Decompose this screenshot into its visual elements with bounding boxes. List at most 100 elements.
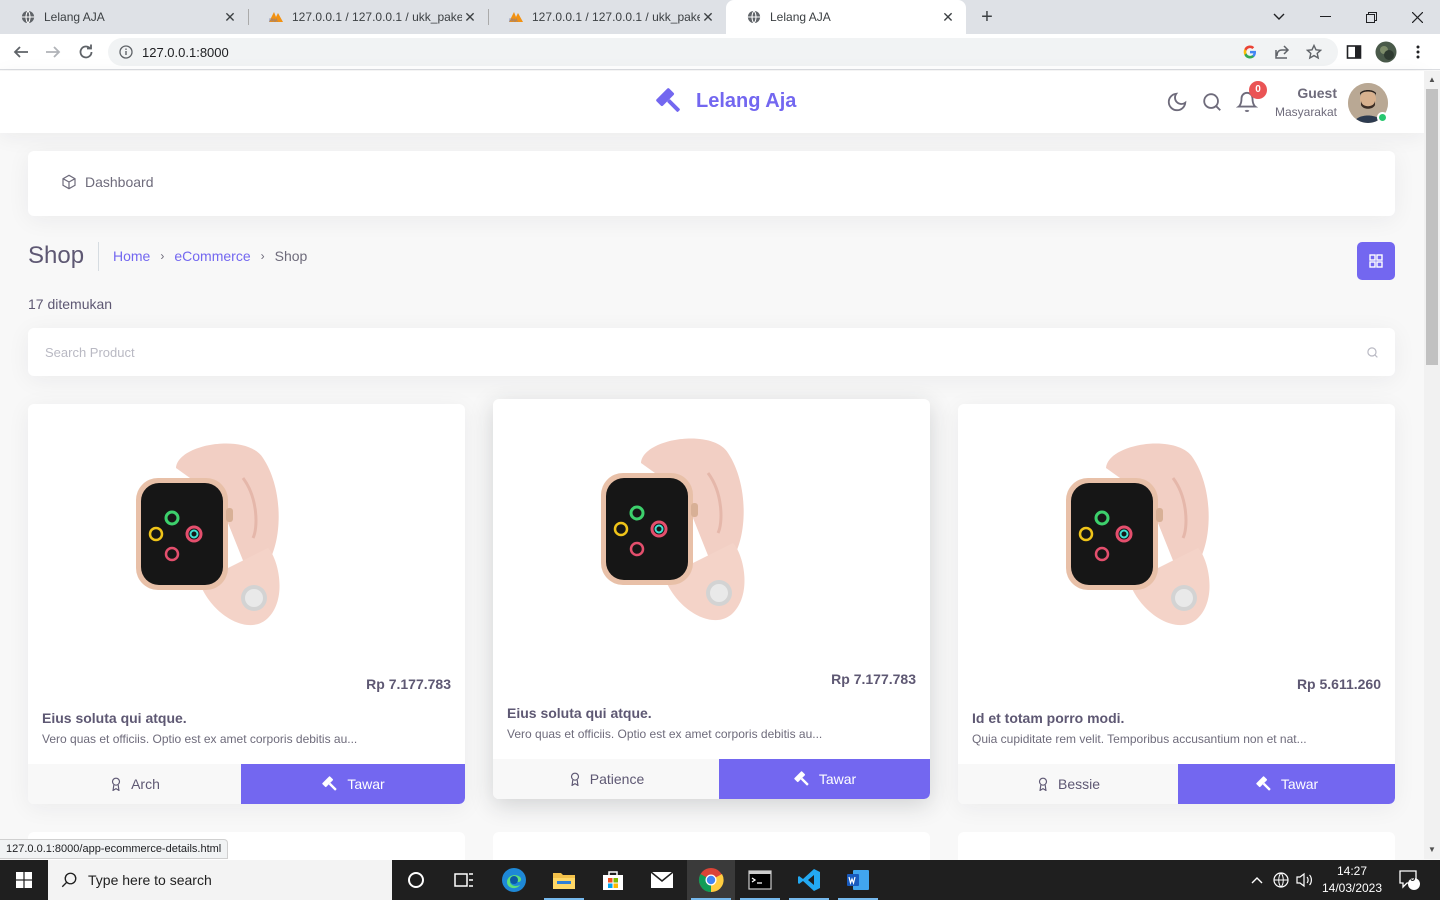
chrome-icon[interactable] [687, 860, 735, 900]
close-window-button[interactable] [1394, 0, 1440, 34]
browser-tab-2[interactable]: PMA 127.0.0.1 / 127.0.0.1 / ukk_paket_ ✕ [248, 0, 488, 34]
clock-date: 14/03/2023 [1321, 881, 1383, 895]
taskbar-search-box[interactable]: Type here to search [48, 860, 392, 900]
windows-taskbar: Type here to search 14:27 14/03/2023 9 [0, 860, 1440, 900]
mail-icon[interactable] [638, 860, 686, 900]
microsoft-store-icon[interactable] [589, 860, 637, 900]
tab-search-chevron-icon[interactable] [1256, 0, 1302, 34]
windows-start-icon[interactable] [0, 860, 48, 900]
grid-icon [1369, 254, 1383, 268]
action-center-icon[interactable]: 9 [1394, 860, 1426, 900]
grid-view-button[interactable] [1357, 242, 1395, 280]
phpmyadmin-icon: PMA [508, 9, 524, 25]
notification-badge: 0 [1249, 81, 1267, 99]
url-text: 127.0.0.1:8000 [142, 45, 229, 60]
award-icon [112, 777, 121, 791]
edge-icon[interactable] [490, 860, 538, 900]
close-tab-icon[interactable]: ✕ [222, 9, 238, 25]
product-card[interactable]: Rp 7.177.783 Eius soluta qui atque. Vero… [493, 399, 930, 799]
bid-button[interactable]: Tawar [1178, 764, 1395, 804]
page-title: Shop [28, 242, 100, 271]
share-icon[interactable] [1271, 41, 1293, 63]
product-card[interactable]: Rp 5.611.260 Id et totam porro modi. Qui… [958, 404, 1395, 804]
network-globe-icon[interactable] [1270, 860, 1292, 900]
globe-icon [746, 9, 762, 25]
product-image[interactable] [118, 438, 288, 638]
restore-button[interactable] [1348, 0, 1394, 34]
breadcrumb-home[interactable]: Home [113, 248, 150, 264]
side-panel-icon[interactable] [1343, 41, 1365, 63]
minimize-button[interactable] [1302, 0, 1348, 34]
gavel-icon [654, 88, 684, 114]
bid-button-label: Tawar [347, 776, 385, 792]
search-icon[interactable] [1201, 91, 1223, 113]
user-name[interactable]: Guest [1297, 85, 1337, 101]
close-tab-icon[interactable]: ✕ [940, 9, 956, 25]
task-view-icon[interactable] [440, 860, 488, 900]
product-card[interactable] [493, 832, 930, 862]
result-count: 17 ditemukan [28, 296, 113, 312]
search-icon [60, 871, 78, 889]
online-status-dot [1377, 112, 1388, 123]
bid-button-label: Tawar [1280, 776, 1319, 792]
vscode-icon[interactable] [785, 860, 833, 900]
bookmark-star-icon[interactable] [1303, 41, 1325, 63]
breadcrumb-current: Shop [274, 248, 308, 264]
menu-item-dashboard[interactable]: Dashboard [61, 174, 154, 190]
horizontal-menu: Dashboard [28, 151, 1395, 216]
product-image[interactable] [1048, 438, 1218, 638]
status-bar-url: 127.0.0.1:8000/app-ecommerce-details.htm… [0, 839, 229, 859]
site-info-icon[interactable] [119, 45, 133, 59]
chrome-menu-icon[interactable] [1407, 41, 1429, 63]
product-card[interactable] [958, 832, 1395, 862]
moon-icon[interactable] [1166, 91, 1188, 113]
address-bar[interactable]: 127.0.0.1:8000 [108, 38, 1338, 66]
browser-tab-3[interactable]: PMA 127.0.0.1 / 127.0.0.1 / ukk_paket_ ✕ [488, 0, 726, 34]
gavel-icon [794, 771, 809, 786]
notification-count: 9 [1410, 873, 1416, 884]
product-name[interactable]: Eius soluta qui atque. [507, 705, 652, 721]
close-tab-icon[interactable]: ✕ [700, 9, 716, 25]
browser-tab-4-active[interactable]: Lelang AJA ✕ [726, 0, 966, 34]
product-description: Vero quas et officiis. Optio est ex amet… [507, 727, 823, 741]
scroll-down-arrow-icon[interactable]: ▼ [1427, 845, 1437, 855]
browser-toolbar: 127.0.0.1:8000 [0, 34, 1440, 70]
gavel-icon [1256, 776, 1271, 791]
search-input[interactable] [28, 328, 1358, 376]
product-search [28, 328, 1395, 376]
volume-icon[interactable] [1294, 860, 1316, 900]
close-tab-icon[interactable]: ✕ [462, 9, 478, 25]
profile-avatar-icon[interactable] [1375, 41, 1397, 63]
page-scrollbar[interactable]: ▲ ▼ [1424, 71, 1440, 859]
word-icon[interactable] [834, 860, 882, 900]
scroll-up-arrow-icon[interactable]: ▲ [1427, 75, 1437, 85]
product-card[interactable]: Rp 7.177.783 Eius soluta qui atque. Vero… [28, 404, 465, 804]
product-name[interactable]: Id et totam porro modi. [972, 710, 1124, 726]
google-icon[interactable] [1239, 41, 1261, 63]
bid-button[interactable]: Tawar [241, 764, 465, 804]
terminal-icon[interactable] [736, 860, 784, 900]
owner-info: Arch [28, 764, 241, 804]
taskbar-clock[interactable]: 14:27 14/03/2023 [1318, 863, 1386, 897]
show-hidden-icons-chevron-icon[interactable] [1248, 860, 1266, 900]
menu-item-label: Dashboard [85, 174, 154, 190]
tab-title: Lelang AJA [44, 10, 105, 24]
file-explorer-icon[interactable] [540, 860, 588, 900]
bid-button[interactable]: Tawar [719, 759, 930, 799]
reload-icon[interactable] [75, 41, 97, 63]
scrollbar-thumb[interactable] [1426, 89, 1438, 365]
product-image[interactable] [583, 433, 753, 633]
phpmyadmin-icon: PMA [268, 9, 284, 25]
brand-logo[interactable]: Lelang Aja [654, 88, 796, 114]
forward-arrow-icon[interactable] [42, 41, 64, 63]
product-name[interactable]: Eius soluta qui atque. [42, 710, 187, 726]
search-icon[interactable] [1366, 346, 1379, 359]
cortana-icon[interactable] [392, 860, 440, 900]
product-description: Quia cupiditate rem velit. Temporibus ac… [972, 732, 1307, 746]
breadcrumb-ecommerce[interactable]: eCommerce [174, 248, 250, 264]
taskbar-search-placeholder: Type here to search [88, 872, 212, 888]
package-icon [62, 174, 76, 190]
browser-tab-1[interactable]: Lelang AJA ✕ [0, 0, 248, 34]
new-tab-button[interactable]: + [976, 7, 998, 27]
back-arrow-icon[interactable] [10, 41, 32, 63]
